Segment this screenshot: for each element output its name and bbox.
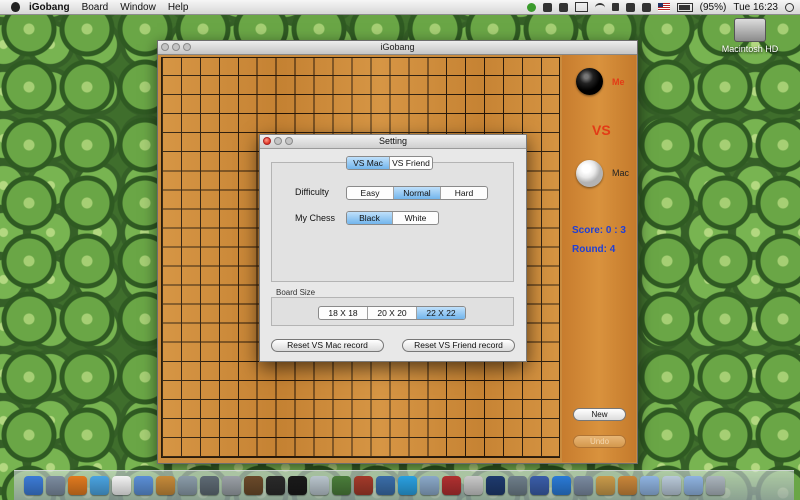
difficulty-easy[interactable]: Easy	[347, 187, 394, 199]
menu-window[interactable]: Window	[120, 2, 156, 13]
preview-icon[interactable]	[309, 476, 329, 495]
reset-vs-friend-button[interactable]: Reset VS Friend record	[402, 339, 515, 352]
dictionary-icon[interactable]	[441, 476, 461, 495]
games-icon[interactable]	[353, 476, 373, 495]
desktop-hd[interactable]: Macintosh HD	[720, 18, 780, 54]
iphoto-icon[interactable]	[177, 476, 197, 495]
me-label: Me	[612, 77, 625, 87]
battery-icon[interactable]	[676, 2, 693, 12]
undo-button[interactable]: Undo	[573, 435, 626, 448]
folder-icon[interactable]	[639, 476, 659, 495]
hard-drive-icon	[734, 18, 766, 42]
ical-icon[interactable]	[111, 476, 131, 495]
round-label: Round: 4	[572, 244, 616, 255]
size-20[interactable]: 20 X 20	[368, 307, 417, 319]
menu-bar: iGobang Board Window Help (95%) Tue 16:2…	[0, 0, 800, 15]
igobang-icon[interactable]	[617, 476, 637, 495]
dialog-titlebar[interactable]: Setting	[260, 135, 526, 149]
tab-vs-friend[interactable]: VS Friend	[390, 157, 432, 169]
chess-white[interactable]: White	[393, 212, 438, 224]
green-status-icon[interactable]	[526, 2, 536, 12]
vs-label: VS	[592, 122, 611, 138]
score-label: Score: 0 : 3	[572, 225, 626, 236]
safari-icon[interactable]	[89, 476, 109, 495]
menu-help[interactable]: Help	[168, 2, 189, 13]
lock-icon[interactable]	[611, 3, 619, 11]
close-icon[interactable]	[161, 43, 169, 51]
white-stone-icon	[576, 160, 603, 187]
menu-app-name[interactable]: iGobang	[29, 2, 70, 13]
difficulty-hard[interactable]: Hard	[441, 187, 487, 199]
firefox-icon[interactable]	[67, 476, 87, 495]
documents-icon[interactable]	[661, 476, 681, 495]
difficulty-normal[interactable]: Normal	[394, 187, 441, 199]
apple-icon[interactable]	[10, 2, 21, 13]
display-icon[interactable]	[574, 2, 588, 12]
hd-label: Macintosh HD	[721, 44, 779, 54]
dock	[14, 470, 794, 500]
size-22[interactable]: 22 X 22	[417, 307, 465, 319]
menu-clock[interactable]: Tue 16:23	[733, 2, 778, 13]
dialog-minimize-icon[interactable]	[274, 137, 282, 145]
menu-board[interactable]: Board	[82, 2, 109, 13]
black-stone-icon	[576, 68, 603, 95]
itunes-icon[interactable]	[133, 476, 153, 495]
minimize-icon[interactable]	[172, 43, 180, 51]
search-icon[interactable]	[785, 2, 794, 12]
tab-vs-mac[interactable]: VS Mac	[347, 157, 390, 169]
system-icon[interactable]	[45, 476, 65, 495]
dialog-close-icon[interactable]	[263, 137, 271, 145]
zoom-icon[interactable]	[183, 43, 191, 51]
board-size-selector: 18 X 18 20 X 20 22 X 22	[318, 306, 466, 320]
side-panel: Me VS Mac Score: 0 : 3 Round: 4 New Undo	[562, 55, 636, 462]
app-store-icon[interactable]	[551, 476, 571, 495]
volume-icon[interactable]	[641, 2, 651, 12]
difficulty-selector: Easy Normal Hard	[346, 186, 488, 200]
dialog-title: Setting	[378, 136, 408, 146]
setting-dialog: Setting VS Mac VS Friend Difficulty Easy…	[259, 134, 527, 362]
downloads-icon[interactable]	[683, 476, 703, 495]
dialog-window-controls	[263, 137, 293, 145]
mode-tabs: VS Mac VS Friend	[346, 156, 433, 170]
network-icon[interactable]	[375, 476, 395, 495]
utility-icon[interactable]	[507, 476, 527, 495]
window-title: iGobang	[380, 42, 415, 52]
difficulty-label: Difficulty	[295, 187, 329, 197]
book-icon[interactable]	[529, 476, 549, 495]
viewer-icon[interactable]	[573, 476, 593, 495]
menu-extras: (95%) Tue 16:23	[526, 2, 794, 13]
window-titlebar[interactable]: iGobang	[158, 41, 637, 55]
reset-vs-mac-button[interactable]: Reset VS Mac record	[271, 339, 384, 352]
wifi-icon[interactable]	[594, 2, 605, 12]
sync-icon[interactable]	[558, 2, 568, 12]
stack-icon[interactable]	[463, 476, 483, 495]
garageband-icon[interactable]	[243, 476, 263, 495]
activity-icon[interactable]	[265, 476, 285, 495]
board-size-label: Board Size	[276, 288, 316, 297]
terminal-icon[interactable]	[287, 476, 307, 495]
trash-icon[interactable]	[705, 476, 725, 495]
preferences-icon[interactable]	[221, 476, 241, 495]
bird-icon[interactable]	[331, 476, 351, 495]
flag-icon[interactable]	[657, 3, 670, 11]
evernote-icon[interactable]	[542, 2, 552, 12]
chess-color-selector: Black White	[346, 211, 439, 225]
bluetooth-icon[interactable]	[625, 2, 635, 12]
photoshop-icon[interactable]	[485, 476, 505, 495]
photo-icon[interactable]	[155, 476, 175, 495]
window-controls	[161, 43, 191, 51]
finder-icon[interactable]	[23, 476, 43, 495]
battery-percent[interactable]: (95%)	[700, 2, 727, 13]
tool-icon[interactable]	[595, 476, 615, 495]
new-button[interactable]: New	[573, 408, 626, 421]
chess-black[interactable]: Black	[347, 212, 393, 224]
dialog-zoom-icon[interactable]	[285, 137, 293, 145]
skype-icon[interactable]	[397, 476, 417, 495]
mail-icon[interactable]	[419, 476, 439, 495]
dashboard-icon[interactable]	[199, 476, 219, 495]
mac-label: Mac	[612, 168, 630, 178]
size-18[interactable]: 18 X 18	[319, 307, 368, 319]
my-chess-label: My Chess	[295, 213, 336, 223]
